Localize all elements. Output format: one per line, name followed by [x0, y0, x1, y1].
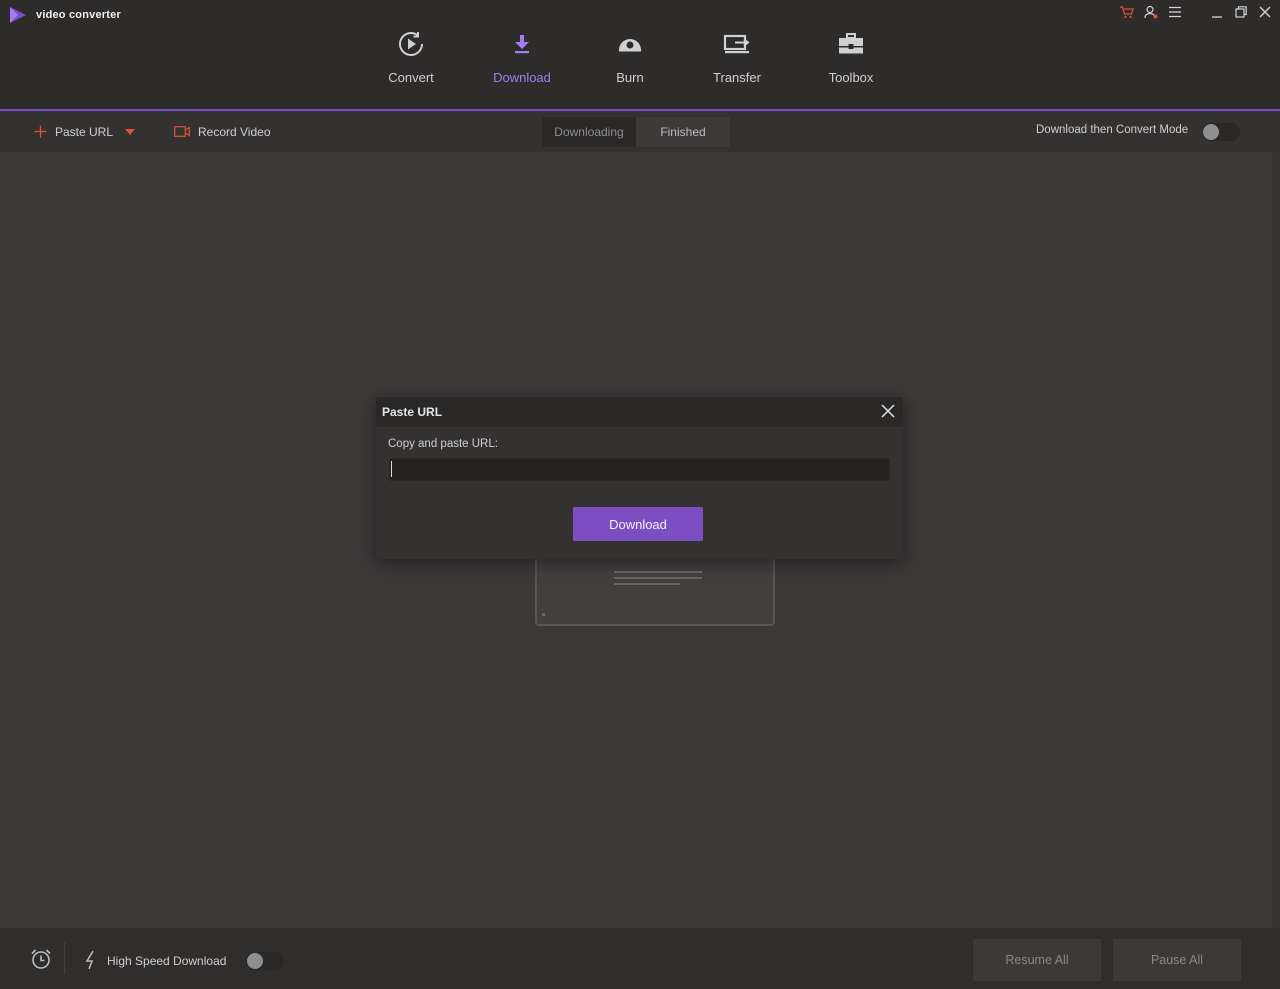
nav-convert[interactable]: Convert: [360, 26, 462, 110]
bottom-bar: High Speed Download Resume All Pause All: [0, 928, 1280, 989]
lightning-icon: [85, 950, 94, 970]
close-icon[interactable]: [1256, 3, 1274, 21]
dialog-close-icon[interactable]: [879, 402, 897, 420]
pause-all-button[interactable]: Pause All: [1113, 939, 1241, 981]
app-logo-icon: [10, 7, 26, 23]
nav-toolbox[interactable]: Toolbox: [790, 26, 912, 110]
main-scrollbar[interactable]: [1272, 152, 1280, 928]
alarm-clock-icon[interactable]: [30, 948, 52, 970]
nav-burn[interactable]: Burn: [576, 26, 684, 110]
record-video-button[interactable]: Record Video: [174, 111, 271, 152]
app-name: video converter: [36, 9, 121, 21]
menu-icon[interactable]: [1166, 3, 1184, 21]
caret-down-icon: [125, 128, 135, 135]
top-header: video converter Convert Download Burn Tr…: [0, 0, 1280, 112]
download-arrow-icon: [512, 26, 532, 62]
convert-play-icon: [395, 26, 427, 62]
toolbox-icon: [837, 26, 865, 62]
nav-label: Transfer: [713, 70, 761, 85]
tab-finished[interactable]: Finished: [636, 117, 730, 147]
window-controls: [1118, 3, 1274, 21]
download-convert-mode-label: Download then Convert Mode: [1036, 124, 1189, 136]
disc-burn-icon: [617, 26, 643, 62]
tab-downloading[interactable]: Downloading: [542, 117, 636, 147]
nav-download[interactable]: Download: [468, 26, 576, 112]
video-converter-app: video converter Convert Download Burn Tr…: [0, 0, 1280, 989]
nav-label: Convert: [388, 70, 434, 85]
paste-url-label: Paste URL: [55, 124, 114, 139]
camera-icon: [174, 126, 190, 137]
minimize-icon[interactable]: [1208, 3, 1226, 21]
brand: video converter: [8, 6, 121, 24]
record-video-label: Record Video: [198, 124, 271, 139]
nav-label: Toolbox: [828, 70, 874, 85]
paste-url-dialog: Paste URL Copy and paste URL: Download: [376, 397, 903, 559]
download-toolbar: Paste URL Record Video Downloading Finis…: [0, 111, 1280, 152]
main-nav: Convert Download Burn Transfer Toolbox: [360, 26, 912, 112]
nav-label: Burn: [616, 70, 644, 85]
transfer-device-icon: [722, 26, 752, 62]
dialog-download-button[interactable]: Download: [573, 507, 703, 541]
high-speed-download-toggle[interactable]: [246, 952, 284, 970]
dialog-title-bar: Paste URL: [376, 397, 903, 427]
nav-transfer[interactable]: Transfer: [684, 26, 790, 110]
download-convert-mode-toggle[interactable]: [1202, 123, 1240, 141]
user-icon[interactable]: [1142, 3, 1160, 21]
nav-label: Download: [493, 70, 551, 85]
high-speed-download-label: High Speed Download: [107, 954, 227, 968]
toggle-knob: [1203, 124, 1219, 140]
paste-url-dropdown[interactable]: [125, 111, 135, 152]
resume-all-button[interactable]: Resume All: [973, 939, 1101, 981]
plus-icon: [34, 125, 47, 138]
cart-icon[interactable]: [1118, 3, 1136, 21]
footer-divider: [64, 942, 65, 974]
paste-url-button[interactable]: Paste URL: [34, 111, 113, 152]
maximize-icon[interactable]: [1232, 3, 1250, 21]
download-status-tabs: Downloading Finished: [542, 117, 730, 147]
toggle-knob: [247, 953, 263, 969]
dialog-title: Paste URL: [382, 405, 443, 419]
text-cursor: [391, 461, 392, 477]
url-field-label: Copy and paste URL:: [388, 438, 498, 450]
url-input[interactable]: [389, 458, 890, 481]
